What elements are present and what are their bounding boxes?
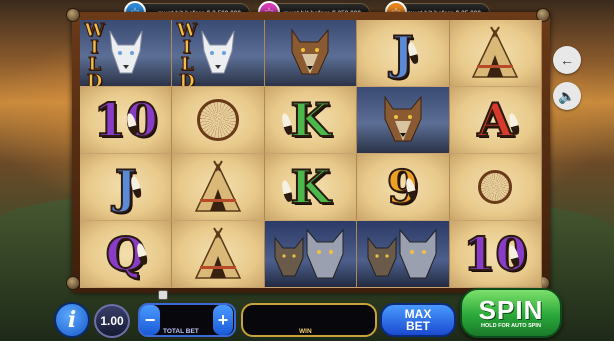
reel-cell-q: Q <box>80 221 173 288</box>
spin-sublabel: HOLD FOR AUTO SPIN <box>481 323 541 329</box>
plus-icon: + <box>217 309 229 330</box>
max-bet-line2: BET <box>406 319 430 333</box>
symbol-k: K <box>290 93 332 147</box>
reel-cell-wild: WILD <box>80 20 173 87</box>
reel-cell-10: 10 <box>449 221 542 288</box>
max-bet-button[interactable]: MAX BET <box>380 303 456 337</box>
reel-cell-k: K <box>264 87 358 154</box>
reel-cell-wolf <box>357 87 450 154</box>
frame-knob <box>66 276 80 290</box>
wolf-pack-icon <box>274 228 344 279</box>
back-arrow-icon: ← <box>560 52 574 68</box>
sound-button[interactable]: 🔈 <box>553 82 581 110</box>
reel-cell-j: J <box>357 20 450 87</box>
wolf-pack-icon <box>367 228 437 279</box>
speaker-icon: 🔈 <box>558 87 576 104</box>
dreamcatcher-icon <box>197 99 240 141</box>
wild-label: WILD <box>176 20 198 87</box>
reel-cell-10: 10 <box>80 87 173 154</box>
dreamcatcher-icon <box>478 170 513 204</box>
reel-cell-a: A <box>449 87 542 154</box>
frame-knob <box>66 8 80 22</box>
bet-info-icon <box>158 290 168 300</box>
total-bet-label: TOTAL BET <box>163 328 199 335</box>
spin-button[interactable]: SPIN HOLD FOR AUTO SPIN <box>460 288 562 338</box>
decrease-bet-button[interactable]: − <box>140 305 160 335</box>
info-icon: i <box>67 307 77 333</box>
reel-cell-wild: WILD <box>172 20 265 87</box>
tipi-icon <box>194 227 242 279</box>
reel-cell-tipi <box>449 20 542 87</box>
tipi-icon <box>194 160 242 212</box>
symbol-a: A <box>476 93 514 147</box>
reel-cell-j: J <box>80 154 173 221</box>
reel-cell-wolf-pack <box>357 221 450 288</box>
brown-wolf-icon <box>384 95 422 142</box>
tipi-icon <box>472 26 519 78</box>
win-label: WIN <box>299 328 312 335</box>
wild-label: WILD <box>84 20 106 87</box>
reel-cell-dreamcatcher <box>172 87 265 154</box>
denomination-button[interactable]: 1.00 <box>94 304 130 338</box>
symbol-k: K <box>290 160 332 214</box>
spin-label: SPIN <box>478 295 544 325</box>
reel-grid: WILD 10 J Q WILD K K J 9 A 10 <box>80 20 542 288</box>
reel-cell-wolf-pack <box>264 221 358 288</box>
reel-cell-k: K <box>264 154 358 221</box>
back-button[interactable]: ← <box>553 46 581 74</box>
reel-cell-tipi <box>172 154 265 221</box>
brown-wolf-icon <box>291 28 329 75</box>
reel-cell-9: 9 <box>357 154 450 221</box>
reel-cell-tipi <box>172 221 265 288</box>
reel-cell-dreamcatcher <box>449 154 542 221</box>
reel-cell-wolf <box>264 20 358 87</box>
denomination-value: 1.00 <box>100 314 124 328</box>
symbol-10: 10 <box>93 93 159 147</box>
increase-bet-button[interactable]: + <box>213 305 233 335</box>
minus-icon: − <box>144 309 156 330</box>
info-button[interactable]: i <box>54 302 90 338</box>
